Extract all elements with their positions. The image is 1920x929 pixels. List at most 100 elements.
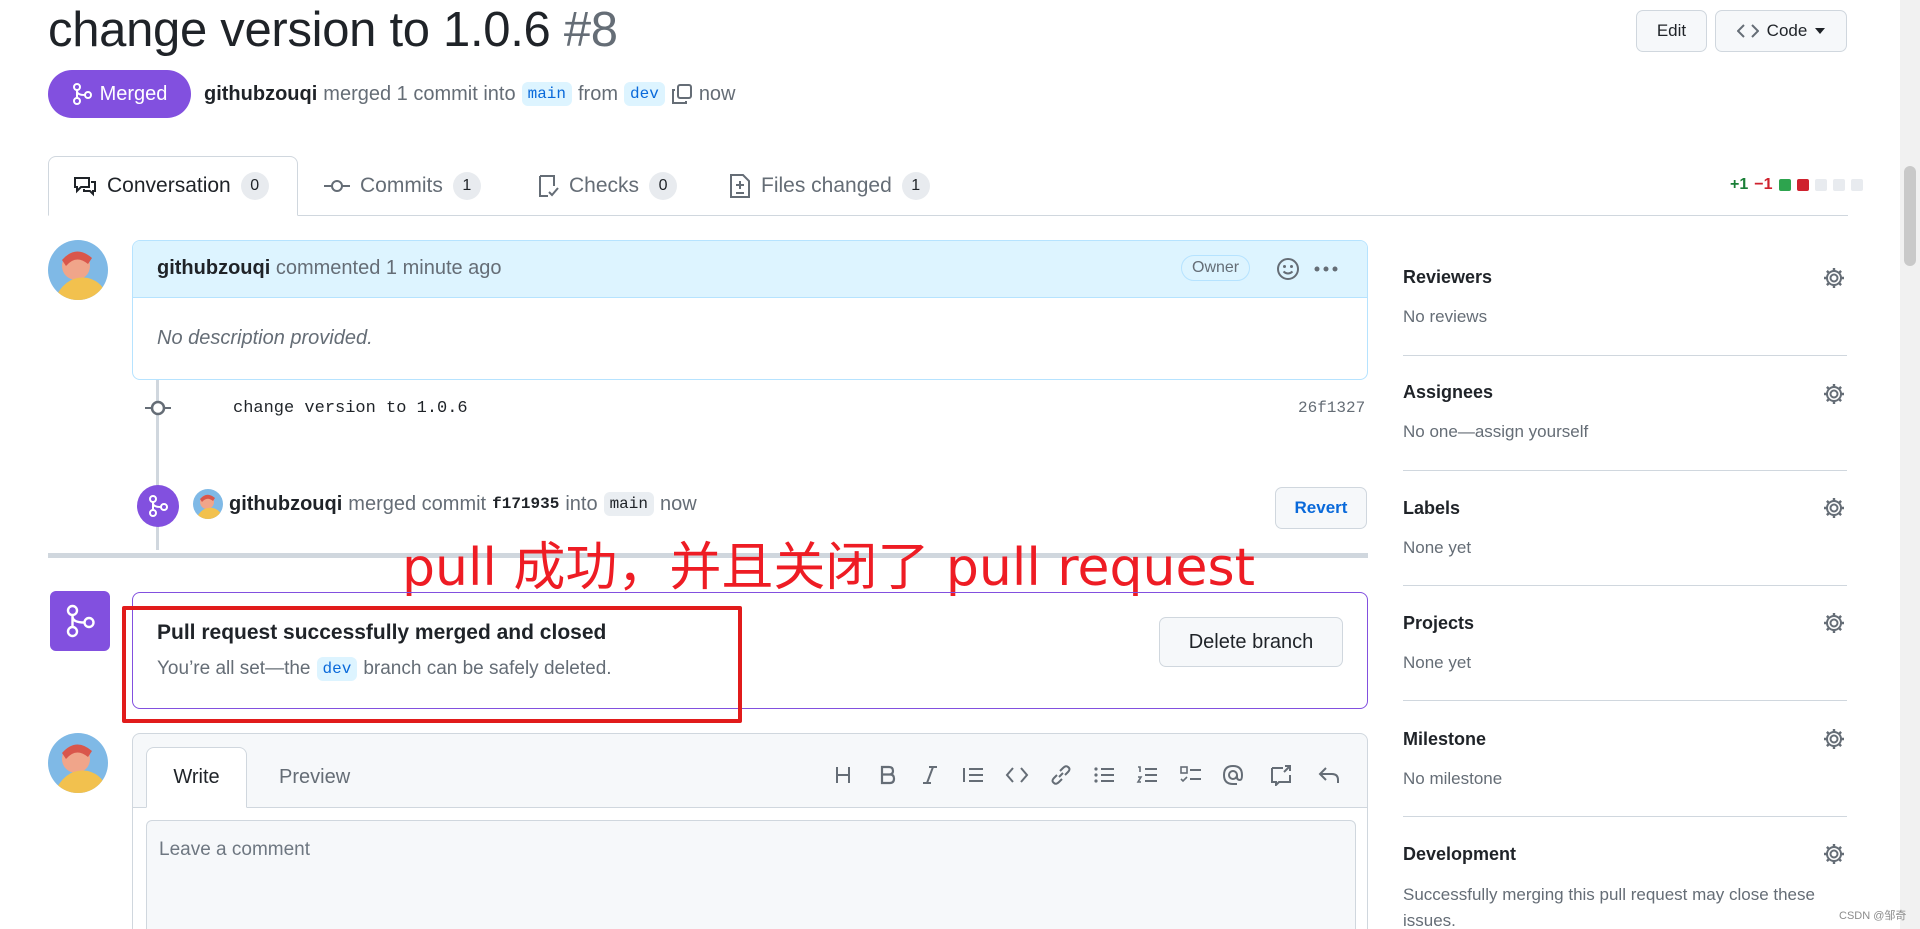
sidebar-divider [1403,700,1847,701]
code-button[interactable]: Code [1715,10,1847,52]
sidebar-projects-title[interactable]: Projects [1403,613,1474,634]
scrollbar[interactable] [1900,0,1920,929]
gear-icon[interactable] [1822,382,1846,406]
sidebar-projects-value: None yet [1403,653,1472,672]
sidebar-assignees-value[interactable]: No one—assign yourself [1403,422,1588,442]
merge-event-action: merged commit [348,492,487,515]
tab-commits[interactable]: Commits 1 [300,156,505,216]
italic-icon[interactable] [917,762,943,788]
avatar[interactable] [193,489,223,519]
annotation-highlight-box [122,606,742,723]
mention-icon[interactable] [1220,762,1246,788]
diff-deletions: −1 [1754,176,1773,193]
tab-conversation[interactable]: Conversation 0 [48,156,298,216]
sidebar-assignees-title[interactable]: Assignees [1403,382,1493,403]
smiley-icon[interactable] [1275,256,1301,282]
gear-icon[interactable] [1822,842,1846,866]
code-button-label: Code [1766,21,1808,40]
merge-icon [66,604,95,638]
head-branch[interactable]: dev [624,82,665,106]
comment-textarea[interactable]: Leave a comment [146,820,1356,929]
tab-commits-count: 1 [452,172,481,200]
code-icon[interactable] [1004,762,1030,788]
avatar[interactable] [48,240,108,300]
comment-body: No description provided. [157,327,373,349]
tab-conversation-count: 0 [240,172,269,200]
pr-merged-text: merged 1 commit into [323,82,516,105]
tab-conversation-label: Conversation [107,174,231,197]
pr-author-link[interactable]: githubzouqi [204,83,317,106]
tab-checks[interactable]: Checks 0 [513,156,701,216]
commit-icon [324,180,350,192]
heading-icon[interactable] [830,762,856,788]
sidebar-labels-title[interactable]: Labels [1403,498,1460,519]
gear-icon[interactable] [1822,727,1846,751]
comment-box: githubzouqi commented 1 minute ago Owner… [132,240,1368,380]
merge-event-time: now [659,492,697,515]
merged-box-icon [50,591,110,651]
code-icon [1736,24,1759,38]
tab-write-label: Write [173,766,220,788]
pr-meta: githubzouqi merged 1 commit into main fr… [204,82,736,106]
file-diff-icon [730,174,750,198]
diff-additions: +1 [1730,176,1749,193]
quote-icon[interactable] [960,762,986,788]
comment-header: githubzouqi commented 1 minute ago Owner [133,241,1367,298]
diff-block-del [1796,179,1809,191]
base-branch[interactable]: main [521,82,572,106]
copy-icon[interactable] [671,83,693,105]
unordered-list-icon[interactable] [1091,762,1117,788]
merge-event-into: into [565,492,598,515]
bold-icon[interactable] [874,762,900,788]
tasklist-icon[interactable] [1178,762,1204,788]
owner-badge: Owner [1181,255,1251,281]
pr-time: now [698,82,736,105]
diff-block-add [1778,179,1791,191]
sidebar-development-value: Successfully merging this pull request m… [1403,885,1815,929]
merge-event-meta: githubzouqi merged commit f171935 into m… [229,492,697,516]
gear-icon[interactable] [1822,496,1846,520]
tab-preview[interactable]: Preview [279,766,350,789]
checklist-icon [539,175,559,197]
sidebar-reviewers-value: No reviews [1403,307,1488,326]
merge-icon [149,495,168,517]
pr-title-text: change version to 1.0.6 [48,3,551,57]
merge-event-author[interactable]: githubzouqi [229,493,342,516]
cross-reference-icon[interactable] [1268,762,1294,788]
tab-commits-label: Commits [360,174,443,197]
gear-icon[interactable] [1822,611,1846,635]
edit-button[interactable]: Edit [1636,10,1707,52]
commit-sha[interactable]: 26f1327 [1298,399,1365,417]
pr-number: #8 [563,3,618,57]
comment-author[interactable]: githubzouqi [157,257,270,279]
merge-event-branch[interactable]: main [603,492,654,516]
sidebar-development-title[interactable]: Development [1403,844,1516,865]
merged-status-badge: Merged [48,70,191,118]
diff-block-neutral [1850,179,1863,191]
sidebar-divider [1403,816,1847,817]
sidebar-reviewers-title[interactable]: Reviewers [1403,267,1492,288]
revert-button-label: Revert [1294,498,1348,517]
sidebar-labels-value: None yet [1403,538,1472,557]
sidebar-divider [1403,470,1847,471]
tab-checks-label: Checks [569,174,640,197]
link-icon[interactable] [1048,762,1074,788]
revert-button[interactable]: Revert [1275,487,1367,529]
kebab-horizontal-icon[interactable] [1313,265,1339,273]
ordered-list-icon[interactable] [1134,762,1160,788]
merge-event-badge [137,485,179,527]
delete-branch-button[interactable]: Delete branch [1159,617,1343,667]
merged-status-label: Merged [99,82,168,105]
tab-write[interactable]: Write [146,747,247,808]
reply-icon[interactable] [1316,762,1342,788]
scrollbar-thumb[interactable] [1904,166,1916,266]
merge-event-sha[interactable]: f171935 [492,495,559,513]
gear-icon[interactable] [1822,266,1846,290]
tab-files-changed[interactable]: Files changed 1 [705,156,954,216]
conversation-icon [74,177,96,197]
commit-message[interactable]: change version to 1.0.6 [233,399,468,418]
diff-block-neutral [1814,179,1827,191]
pr-title: change version to 1.0.6 #8 [48,2,618,58]
sidebar-milestone-title[interactable]: Milestone [1403,729,1486,750]
avatar[interactable] [48,733,108,793]
